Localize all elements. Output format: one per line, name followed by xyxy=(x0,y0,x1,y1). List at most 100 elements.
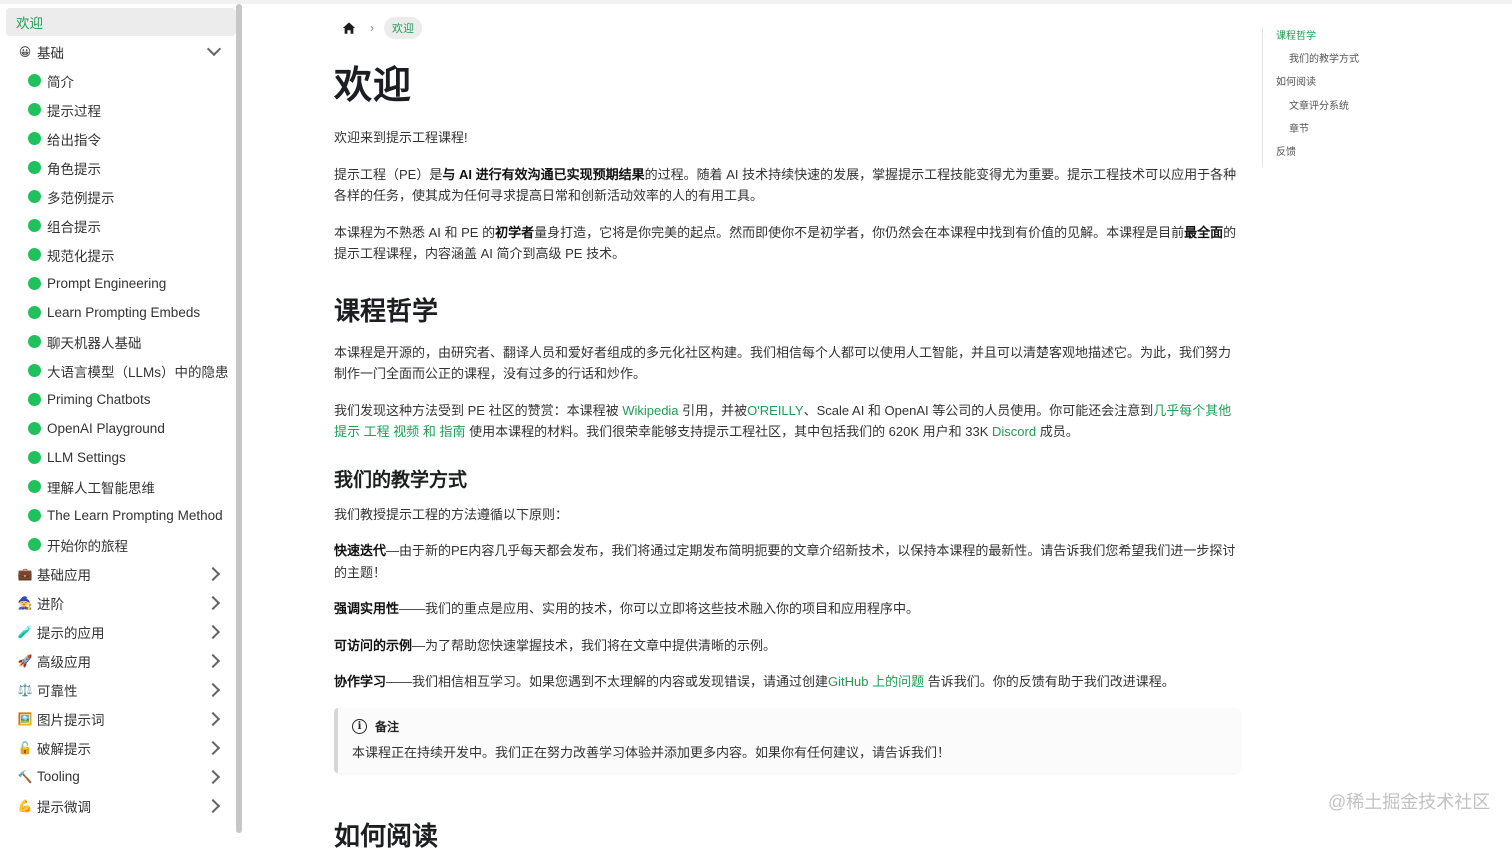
sidebar-item-2[interactable]: 给出指令 xyxy=(0,124,236,153)
sidebar-item-label: 聊天机器人基础 xyxy=(47,335,142,351)
bullet-dot-icon xyxy=(28,190,41,203)
sidebar-item-8[interactable]: Learn Prompting Embeds xyxy=(0,298,236,327)
bullet-dot-icon xyxy=(28,219,41,232)
bullet-dot-icon xyxy=(28,538,41,551)
principle-practicality: 强调实用性——我们的重点是应用、实用的技术，你可以立即将这些技术融入你的项目和应… xyxy=(334,601,920,616)
sidebar-item-label: 基础应用 xyxy=(37,567,91,583)
sidebar-category-5[interactable]: 🖼️ 图片提示词 xyxy=(0,704,236,733)
sidebar-item-10[interactable]: 大语言模型（LLMs）中的隐患 xyxy=(0,356,236,385)
wikipedia-link[interactable]: Wikipedia xyxy=(622,403,678,418)
sidebar-item-5[interactable]: 组合提示 xyxy=(0,211,236,240)
sidebar-item-label: 高级应用 xyxy=(37,654,91,670)
category-icon: 🧪 xyxy=(17,624,33,639)
sidebar-item-15[interactable]: The Learn Prompting Method xyxy=(0,501,236,530)
sidebar-item-label: 组合提示 xyxy=(47,219,101,235)
sidebar-item-label: 简介 xyxy=(47,74,74,90)
toc-item-2[interactable]: 如何阅读 xyxy=(1276,74,1396,97)
sidebar-scrollbar[interactable] xyxy=(236,4,242,833)
main-content: › 欢迎 欢迎 欢迎来到提示工程课程! 提示工程（PE）是与 AI 进行有效沟通… xyxy=(334,14,1240,773)
toc-item-4[interactable]: 章节 xyxy=(1276,121,1396,144)
sidebar-item-13[interactable]: LLM Settings xyxy=(0,443,236,472)
sidebar-item-label: 多范例提示 xyxy=(47,190,115,206)
audience-paragraph: 本课程为不熟悉 AI 和 PE 的初学者量身打造，它将是你完美的起点。然而即使你… xyxy=(334,224,1237,262)
principle-collaboration: 协作学习——我们相信相互学习。如果您遇到不太理解的内容或发现错误，请通过创建Gi… xyxy=(334,674,1175,689)
sidebar-item-label: 提示的应用 xyxy=(37,625,105,641)
top-divider xyxy=(0,0,1512,4)
bullet-dot-icon xyxy=(28,335,41,348)
sidebar-group-basics[interactable]: 😀 基础 xyxy=(0,37,236,66)
sidebar-category-1[interactable]: 🧙 进阶 xyxy=(0,588,236,617)
sidebar-item-0[interactable]: 简介 xyxy=(0,66,236,95)
sidebar-item-label: 欢迎 xyxy=(16,16,43,31)
github-issue-link[interactable]: GitHub 上的问题 xyxy=(828,674,924,689)
principle-examples: 可访问的示例—为了帮助您快速掌握技术，我们将在文章中提供清晰的示例。 xyxy=(334,637,777,653)
breadcrumb-separator: › xyxy=(370,21,374,35)
sidebar-item-14[interactable]: 理解人工智能思维 xyxy=(0,472,236,501)
bullet-dot-icon xyxy=(28,74,41,87)
sidebar-category-8[interactable]: 💪 提示微调 xyxy=(0,791,236,820)
sidebar-item-label: Priming Chatbots xyxy=(47,392,151,407)
sidebar-category-6[interactable]: 🔓 破解提示 xyxy=(0,733,236,762)
category-icon: 🧙 xyxy=(17,595,33,610)
bullet-dot-icon xyxy=(28,364,41,377)
sidebar-category-7[interactable]: 🔨 Tooling xyxy=(0,762,236,791)
category-icon: 💪 xyxy=(17,798,33,813)
sidebar-item-label: 破解提示 xyxy=(37,741,91,757)
bullet-dot-icon xyxy=(28,451,41,464)
sidebar-category-0[interactable]: 💼 基础应用 xyxy=(0,559,236,588)
discord-link[interactable]: Discord xyxy=(992,424,1036,439)
breadcrumb-current: 欢迎 xyxy=(384,17,422,39)
category-icon: 🖼️ xyxy=(17,711,33,726)
oreilly-link[interactable]: O'REILLY xyxy=(747,403,803,418)
sidebar-category-2[interactable]: 🧪 提示的应用 xyxy=(0,617,236,646)
info-icon: i xyxy=(352,718,367,734)
sidebar-item-11[interactable]: Priming Chatbots xyxy=(0,385,236,414)
sidebar-item-9[interactable]: 聊天机器人基础 xyxy=(0,327,236,356)
toc-item-0[interactable]: 课程哲学 xyxy=(1276,28,1396,51)
note-title: i 备注 xyxy=(352,718,1226,735)
note-admonition: i 备注 本课程正在持续开发中。我们正在努力改善学习体验并添加更多内容。如果你有… xyxy=(334,707,1240,773)
community-paragraph: 我们发现这种方法受到 PE 社区的赞赏：本课程被 Wikipedia 引用，并被… xyxy=(334,402,1232,440)
sidebar-item-1[interactable]: 提示过程 xyxy=(0,95,236,124)
sidebar-item-6[interactable]: 规范化提示 xyxy=(0,240,236,269)
bullet-dot-icon xyxy=(28,103,41,116)
sidebar-item-label: Tooling xyxy=(37,769,80,784)
sidebar-item-label: 大语言模型（LLMs）中的隐患 xyxy=(47,364,229,380)
sidebar-item-3[interactable]: 角色提示 xyxy=(0,153,236,182)
definition-paragraph: 提示工程（PE）是与 AI 进行有效沟通已实现预期结果的过程。随着 AI 技术持… xyxy=(334,166,1237,204)
bullet-dot-icon xyxy=(28,480,41,493)
bullet-dot-icon xyxy=(28,161,41,174)
sidebar-item-label: Learn Prompting Embeds xyxy=(47,305,201,320)
sidebar-item-16[interactable]: 开始你的旅程 xyxy=(0,530,236,559)
sidebar-item-welcome[interactable]: 欢迎 xyxy=(6,8,236,36)
sidebar-item-label: 规范化提示 xyxy=(47,248,115,264)
bullet-dot-icon xyxy=(28,248,41,261)
sidebar-item-label: 提示过程 xyxy=(47,103,101,119)
sidebar-category-3[interactable]: 🚀 高级应用 xyxy=(0,646,236,675)
toc-item-3[interactable]: 文章评分系统 xyxy=(1276,98,1396,121)
note-body: 本课程正在持续开发中。我们正在努力改善学习体验并添加更多内容。如果你有任何建议，… xyxy=(352,744,951,760)
principle-rapid-iteration: 快速迭代—由于新的PE内容几乎每天都会发布，我们将通过定期发布简明扼要的文章介绍… xyxy=(334,543,1236,580)
sidebar-item-7[interactable]: Prompt Engineering xyxy=(0,269,236,298)
bullet-dot-icon xyxy=(28,393,41,406)
category-icon: 💼 xyxy=(17,566,33,581)
sidebar-item-label: The Learn Prompting Method xyxy=(47,508,223,523)
home-icon[interactable] xyxy=(342,21,356,35)
heading-how-to-read: 如何阅读 xyxy=(334,821,439,851)
sidebar-item-label: 可靠性 xyxy=(37,683,78,699)
breadcrumb: › 欢迎 xyxy=(334,14,1238,42)
sidebar-item-label: 理解人工智能思维 xyxy=(47,480,155,496)
heading-teaching-approach: 我们的教学方式 xyxy=(334,469,468,491)
sidebar-category-4[interactable]: ⚖️ 可靠性 xyxy=(0,675,236,704)
sidebar: 欢迎 😀 基础 简介提示过程给出指令 角色提示多范例提示组合提示规范化提示 Prom… xyxy=(0,8,236,833)
sidebar-item-12[interactable]: OpenAI Playground xyxy=(0,414,236,443)
bullet-dot-icon xyxy=(28,422,41,435)
bullet-dot-icon xyxy=(28,306,41,319)
heading-course-philosophy: 课程哲学 xyxy=(334,295,439,326)
toc-item-1[interactable]: 我们的教学方式 xyxy=(1276,51,1396,74)
table-of-contents: 课程哲学 我们的教学方式 如何阅读 文章评分系统 章节 反馈 xyxy=(1262,28,1396,168)
sidebar-item-4[interactable]: 多范例提示 xyxy=(0,182,236,211)
toc-item-5[interactable]: 反馈 xyxy=(1276,144,1396,167)
sidebar-item-label: 基础 xyxy=(37,45,64,61)
watermark: @稀土掘金技术社区 xyxy=(1328,792,1491,812)
